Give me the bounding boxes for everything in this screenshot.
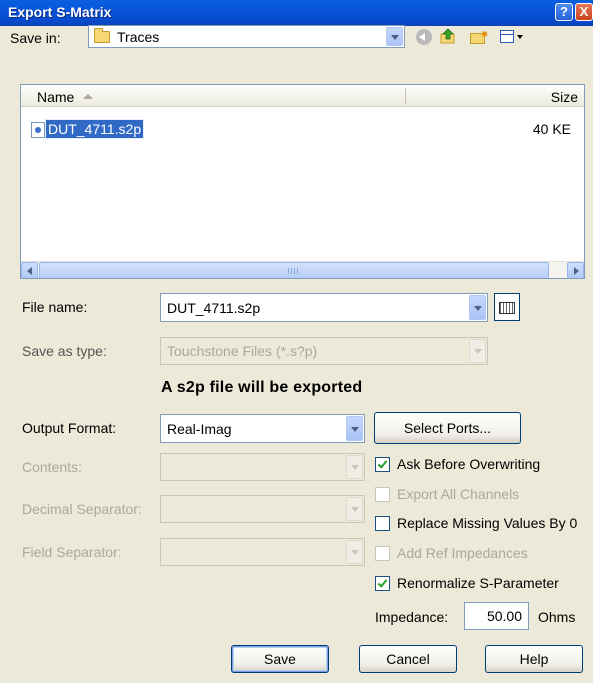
file-name-input[interactable]: DUT_4711.s2p [160, 293, 488, 322]
replace-missing-values-checkbox[interactable] [375, 516, 390, 531]
scrollbar-thumb[interactable] [39, 262, 549, 278]
export-all-channels-checkbox[interactable] [375, 487, 390, 502]
file-list[interactable]: Name Size DUT_4711.s2p 40 KE [20, 84, 585, 279]
chevron-down-icon[interactable] [386, 27, 403, 46]
keyboard-icon[interactable] [494, 293, 520, 321]
file-icon [31, 122, 45, 138]
horizontal-scrollbar[interactable] [21, 261, 584, 278]
decimal-separator-dropdown[interactable] [160, 495, 365, 523]
scroll-grip-icon [288, 268, 298, 274]
help-button[interactable]: Help [485, 645, 583, 673]
ask-before-overwriting-label[interactable]: Ask Before Overwriting [397, 456, 540, 472]
column-header-name[interactable]: Name [37, 89, 74, 105]
impedance-unit: Ohms [538, 609, 576, 625]
cancel-button[interactable]: Cancel [359, 645, 457, 673]
output-format-dropdown[interactable]: Real-Imag [160, 414, 365, 443]
renormalize-s-parameter-label[interactable]: Renormalize S-Parameter [397, 575, 559, 591]
save-as-type-dropdown[interactable]: Touchstone Files (*.s?p) [160, 337, 488, 365]
export-info-text: A s2p file will be exported [161, 379, 363, 396]
file-name-label: File name: [22, 299, 88, 315]
save-in-dropdown[interactable]: Traces [88, 25, 405, 48]
output-format-label: Output Format: [22, 420, 117, 436]
file-item-size: 40 KE [532, 121, 571, 137]
file-name-value: DUT_4711.s2p [167, 299, 261, 316]
ask-before-overwriting-checkbox[interactable] [375, 457, 390, 472]
checkmark-icon [377, 577, 388, 588]
chevron-down-icon [346, 540, 363, 564]
impedance-input[interactable]: 50.00 [464, 602, 529, 630]
help-button-label: Help [519, 651, 549, 667]
add-ref-impedances-label: Add Ref Impedances [397, 545, 528, 561]
chevron-down-icon [346, 497, 363, 521]
checkmark-icon [377, 458, 388, 469]
cancel-button-label: Cancel [386, 651, 430, 667]
field-separator-label: Field Separator: [22, 544, 122, 560]
save-in-label: Save in: [10, 30, 61, 46]
contents-dropdown[interactable] [160, 453, 365, 481]
save-as-type-value: Touchstone Files (*.s?p) [167, 343, 318, 359]
contents-label: Contents: [22, 459, 82, 475]
up-folder-icon[interactable] [438, 27, 458, 47]
save-in-value: Traces [117, 28, 160, 45]
save-button-label: Save [264, 651, 296, 667]
column-divider[interactable] [405, 88, 406, 104]
chevron-down-icon [469, 339, 486, 363]
save-as-type-label: Save as type: [22, 343, 107, 359]
help-title-button[interactable]: ? [555, 3, 573, 21]
field-separator-dropdown[interactable] [160, 538, 365, 566]
decimal-separator-label: Decimal Separator: [22, 501, 142, 517]
chevron-down-icon [346, 455, 363, 479]
window-title: Export S-Matrix [8, 4, 112, 20]
select-ports-label: Select Ports... [403, 420, 492, 436]
new-folder-icon[interactable]: ✷ [468, 27, 489, 47]
output-format-value: Real-Imag [167, 420, 232, 437]
list-header: Name Size [21, 85, 584, 107]
title-bar[interactable]: Export S-Matrix ? X [0, 0, 593, 26]
replace-missing-values-label[interactable]: Replace Missing Values By 0 [397, 515, 577, 531]
list-item[interactable]: DUT_4711.s2p 40 KE [31, 119, 571, 139]
chevron-down-icon[interactable] [346, 416, 363, 441]
impedance-label: Impedance: [375, 609, 449, 625]
views-menu-icon[interactable] [498, 27, 528, 47]
file-item-name[interactable]: DUT_4711.s2p [44, 119, 145, 139]
export-s-matrix-dialog: Export S-Matrix ? X Save in: Traces ✷ Na… [0, 0, 593, 683]
scroll-left-icon[interactable] [21, 262, 38, 278]
column-header-size[interactable]: Size [551, 89, 578, 105]
folder-icon [94, 28, 110, 43]
export-all-channels-label: Export All Channels [397, 486, 520, 502]
scroll-right-icon[interactable] [567, 262, 584, 278]
sort-ascending-icon [83, 94, 93, 99]
select-ports-button[interactable]: Select Ports... [374, 412, 521, 444]
save-button[interactable]: Save [231, 645, 329, 673]
chevron-down-icon[interactable] [469, 295, 486, 320]
renormalize-s-parameter-checkbox[interactable] [375, 576, 390, 591]
impedance-value: 50.00 [486, 608, 522, 624]
back-icon[interactable] [414, 27, 434, 47]
close-button[interactable]: X [575, 3, 593, 21]
add-ref-impedances-checkbox[interactable] [375, 546, 390, 561]
